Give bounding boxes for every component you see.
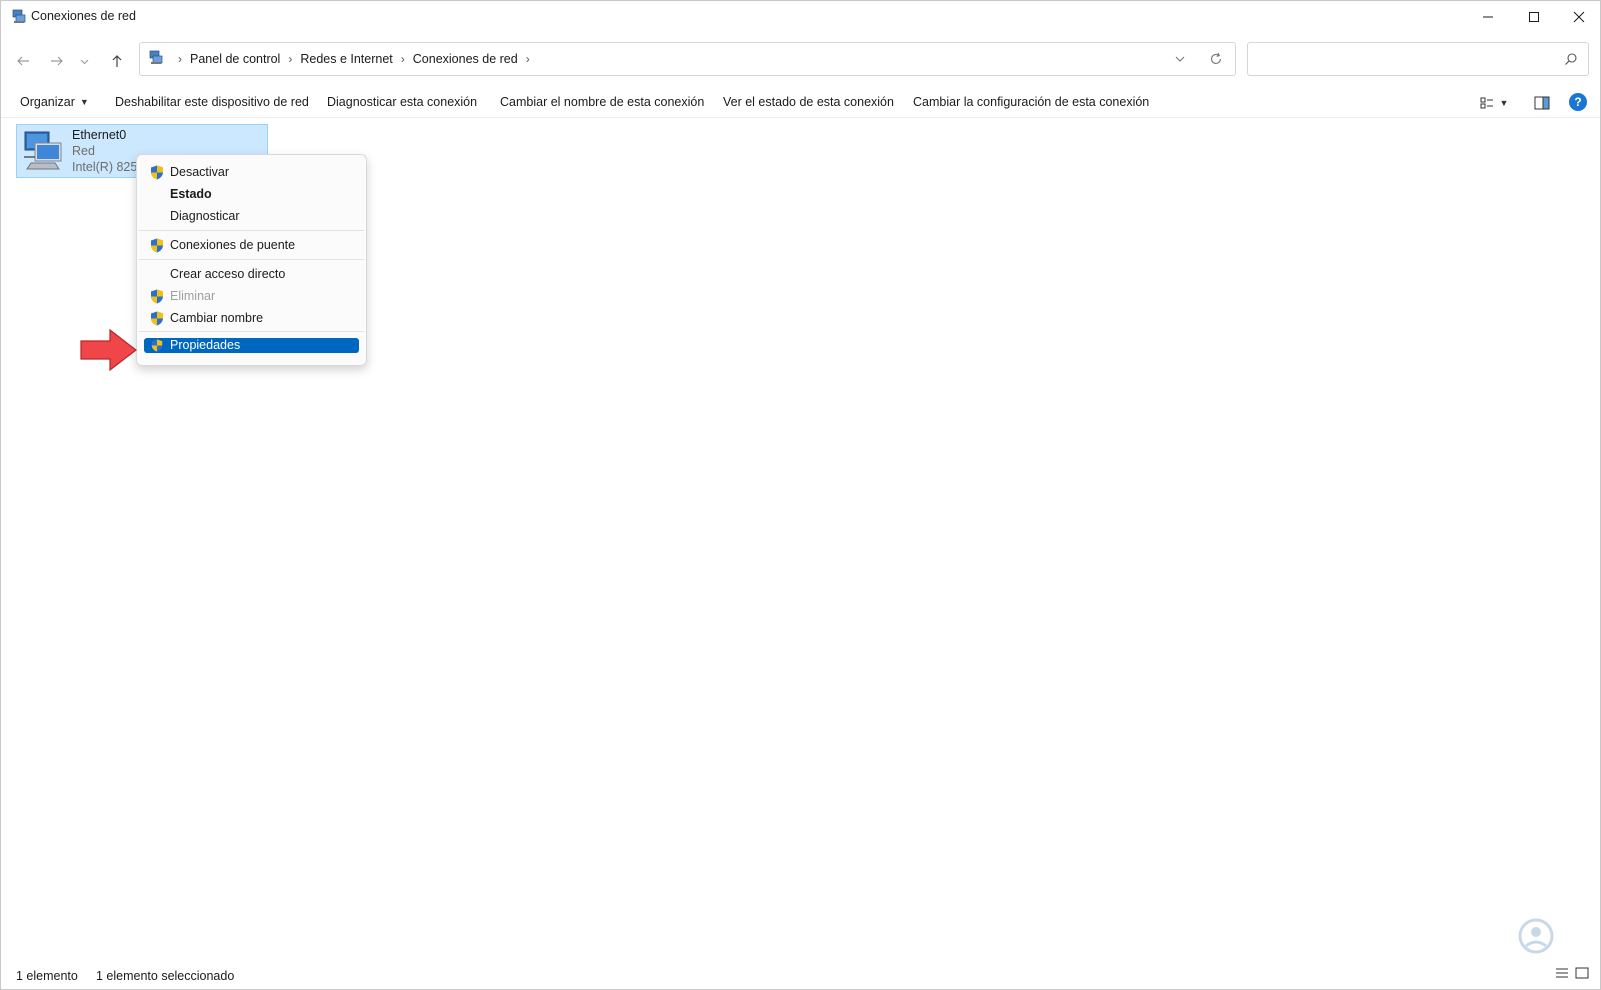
search-icon: [1565, 53, 1577, 65]
view-options-button[interactable]: [1478, 94, 1496, 112]
menu-item-desactivar[interactable]: Desactivar: [144, 163, 359, 181]
connection-name: Ethernet0: [72, 128, 127, 142]
organize-label: Organizar: [20, 95, 75, 109]
details-list-icon: [1556, 968, 1568, 978]
minimize-button[interactable]: [1465, 1, 1511, 33]
breadcrumb-network-internet[interactable]: Redes e Internet: [300, 52, 392, 66]
uac-shield-icon: [151, 165, 163, 180]
watermark-logo-icon: [1518, 918, 1554, 954]
close-icon: [1573, 11, 1585, 23]
status-item-count: 1 elemento: [16, 969, 78, 983]
address-history-dropdown[interactable]: [1172, 51, 1188, 67]
search-input[interactable]: [1247, 42, 1589, 76]
address-bar[interactable]: › Panel de control › Redes e Internet › …: [139, 42, 1236, 76]
network-connections-app-icon: [12, 9, 26, 23]
caret-down-icon: ▼: [1499, 98, 1509, 108]
breadcrumb: › Panel de control › Redes e Internet › …: [170, 43, 538, 75]
connection-adapter: Intel(R) 8257: [72, 160, 145, 174]
uac-shield-icon: [151, 289, 163, 304]
menu-item-label: Desactivar: [170, 165, 230, 179]
breadcrumb-separator-icon[interactable]: ›: [401, 52, 405, 66]
explorer-window: Conexiones de red › Panel de control › R…: [0, 0, 1601, 990]
view-status-button[interactable]: Ver el estado de esta conexión: [723, 95, 894, 109]
chevron-down-icon: [1175, 56, 1185, 62]
breadcrumb-separator-icon[interactable]: ›: [288, 52, 292, 66]
window-title: Conexiones de red: [31, 9, 136, 23]
back-arrow-icon: [17, 56, 29, 66]
change-settings-button[interactable]: Cambiar la configuración de esta conexió…: [913, 95, 1149, 109]
organize-menu-button[interactable]: Organizar ▼: [20, 95, 89, 109]
up-button[interactable]: [105, 49, 129, 73]
maximize-button[interactable]: [1511, 1, 1557, 33]
breadcrumb-separator-icon[interactable]: ›: [526, 52, 530, 66]
uac-shield-icon: [151, 238, 163, 253]
menu-separator: [139, 230, 364, 231]
title-bar: Conexiones de red: [1, 1, 1600, 33]
menu-item-estado[interactable]: Estado: [144, 185, 359, 203]
breadcrumb-network-connections[interactable]: Conexiones de red: [413, 52, 518, 66]
refresh-icon: [1210, 52, 1222, 64]
help-icon[interactable]: ?: [1569, 93, 1587, 111]
forward-button[interactable]: [45, 49, 69, 73]
breadcrumb-separator-icon[interactable]: ›: [178, 52, 182, 66]
connection-status: Red: [72, 144, 95, 158]
disable-device-button[interactable]: Deshabilitar este dispositivo de red: [115, 95, 309, 109]
details-view-icon: [1480, 97, 1493, 109]
menu-separator: [139, 331, 364, 332]
details-view-toggle[interactable]: [1554, 965, 1570, 981]
ethernet-adapter-icon: [24, 131, 62, 170]
preview-pane-button[interactable]: [1533, 94, 1551, 112]
menu-item-label: Propiedades: [170, 338, 241, 352]
context-menu: Desactivar Estado Diagnosticar Conexione…: [136, 154, 367, 366]
menu-item-label: Conexiones de puente: [170, 238, 296, 252]
large-icons-view-toggle[interactable]: [1574, 965, 1590, 981]
menu-item-label: Eliminar: [170, 289, 216, 303]
recent-locations-button[interactable]: [77, 49, 91, 73]
preview-pane-icon: [1534, 96, 1550, 110]
network-folder-icon: [149, 50, 163, 64]
menu-separator: [139, 259, 364, 260]
large-icons-icon: [1575, 967, 1589, 979]
menu-item-cambiar-nombre[interactable]: Cambiar nombre: [144, 309, 359, 327]
command-bar: Organizar ▼ Deshabilitar este dispositivo…: [1, 89, 1600, 118]
up-arrow-icon: [112, 55, 122, 67]
menu-item-crear-acceso-directo[interactable]: Crear acceso directo: [144, 265, 359, 283]
menu-item-label: Diagnosticar: [170, 209, 240, 223]
forward-arrow-icon: [51, 56, 63, 66]
menu-item-eliminar: Eliminar: [144, 287, 359, 305]
status-selected-count: 1 elemento seleccionado: [96, 969, 235, 983]
breadcrumb-control-panel[interactable]: Panel de control: [190, 52, 280, 66]
rename-connection-button[interactable]: Cambiar el nombre de esta conexión: [500, 95, 704, 109]
chevron-down-icon: [80, 59, 88, 64]
caret-down-icon: ▼: [79, 97, 89, 107]
maximize-icon: [1529, 12, 1539, 22]
menu-item-label: Estado: [170, 187, 212, 201]
menu-item-conexiones-de-puente[interactable]: Conexiones de puente: [144, 236, 359, 254]
close-button[interactable]: [1556, 1, 1601, 33]
back-button[interactable]: [11, 49, 35, 73]
menu-item-diagnosticar[interactable]: Diagnosticar: [144, 207, 359, 225]
menu-item-propiedades[interactable]: Propiedades: [144, 338, 359, 353]
uac-shield-icon: [151, 311, 163, 326]
minimize-icon: [1483, 16, 1493, 18]
red-arrow-annotation-icon: [80, 329, 137, 371]
view-options-dropdown[interactable]: ▼: [1498, 94, 1510, 112]
menu-item-label: Crear acceso directo: [170, 267, 286, 281]
uac-shield-icon: [151, 339, 163, 352]
diagnose-connection-button[interactable]: Diagnosticar esta conexión: [327, 95, 477, 109]
refresh-button[interactable]: [1207, 50, 1225, 68]
menu-item-label: Cambiar nombre: [170, 311, 264, 325]
